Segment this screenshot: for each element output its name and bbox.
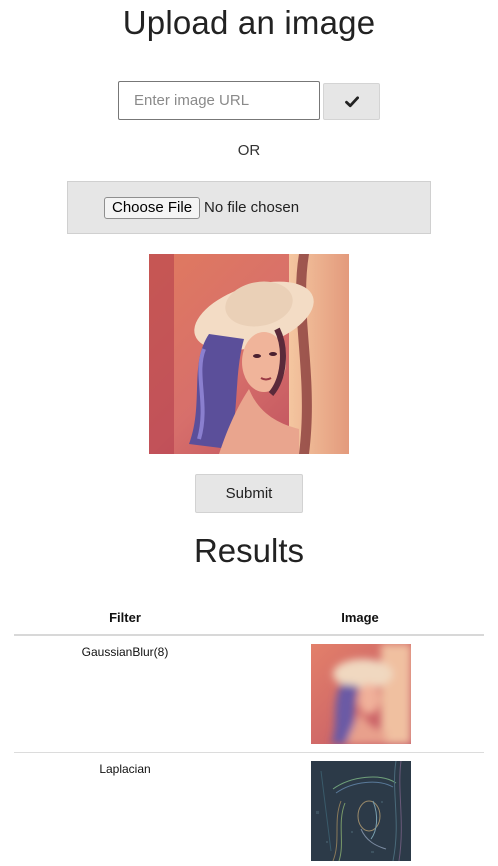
- image-url-input[interactable]: [118, 81, 320, 120]
- table-row-filter-name: GaussianBlur(8): [81, 645, 169, 659]
- table-header-image: Image: [341, 610, 379, 625]
- laplacian-result-image: [311, 761, 411, 861]
- page-title: Upload an image: [122, 4, 376, 41]
- table-row-divider: [14, 752, 484, 753]
- table-header-filter: Filter: [109, 610, 141, 625]
- check-icon: [344, 95, 359, 107]
- submit-button[interactable]: Submit: [195, 474, 303, 513]
- blurred-result-image: [311, 644, 411, 744]
- file-status-text: No file chosen: [204, 199, 300, 216]
- file-upload-area: Choose File No file chosen: [67, 181, 431, 234]
- table-header-divider: [14, 634, 484, 636]
- or-separator: OR: [237, 142, 261, 159]
- uploaded-image-preview: [149, 254, 349, 454]
- table-row-filter-name: Laplacian: [99, 762, 151, 776]
- choose-file-button[interactable]: Choose File: [104, 197, 201, 219]
- url-submit-button[interactable]: [323, 83, 380, 120]
- results-heading: Results: [193, 532, 305, 569]
